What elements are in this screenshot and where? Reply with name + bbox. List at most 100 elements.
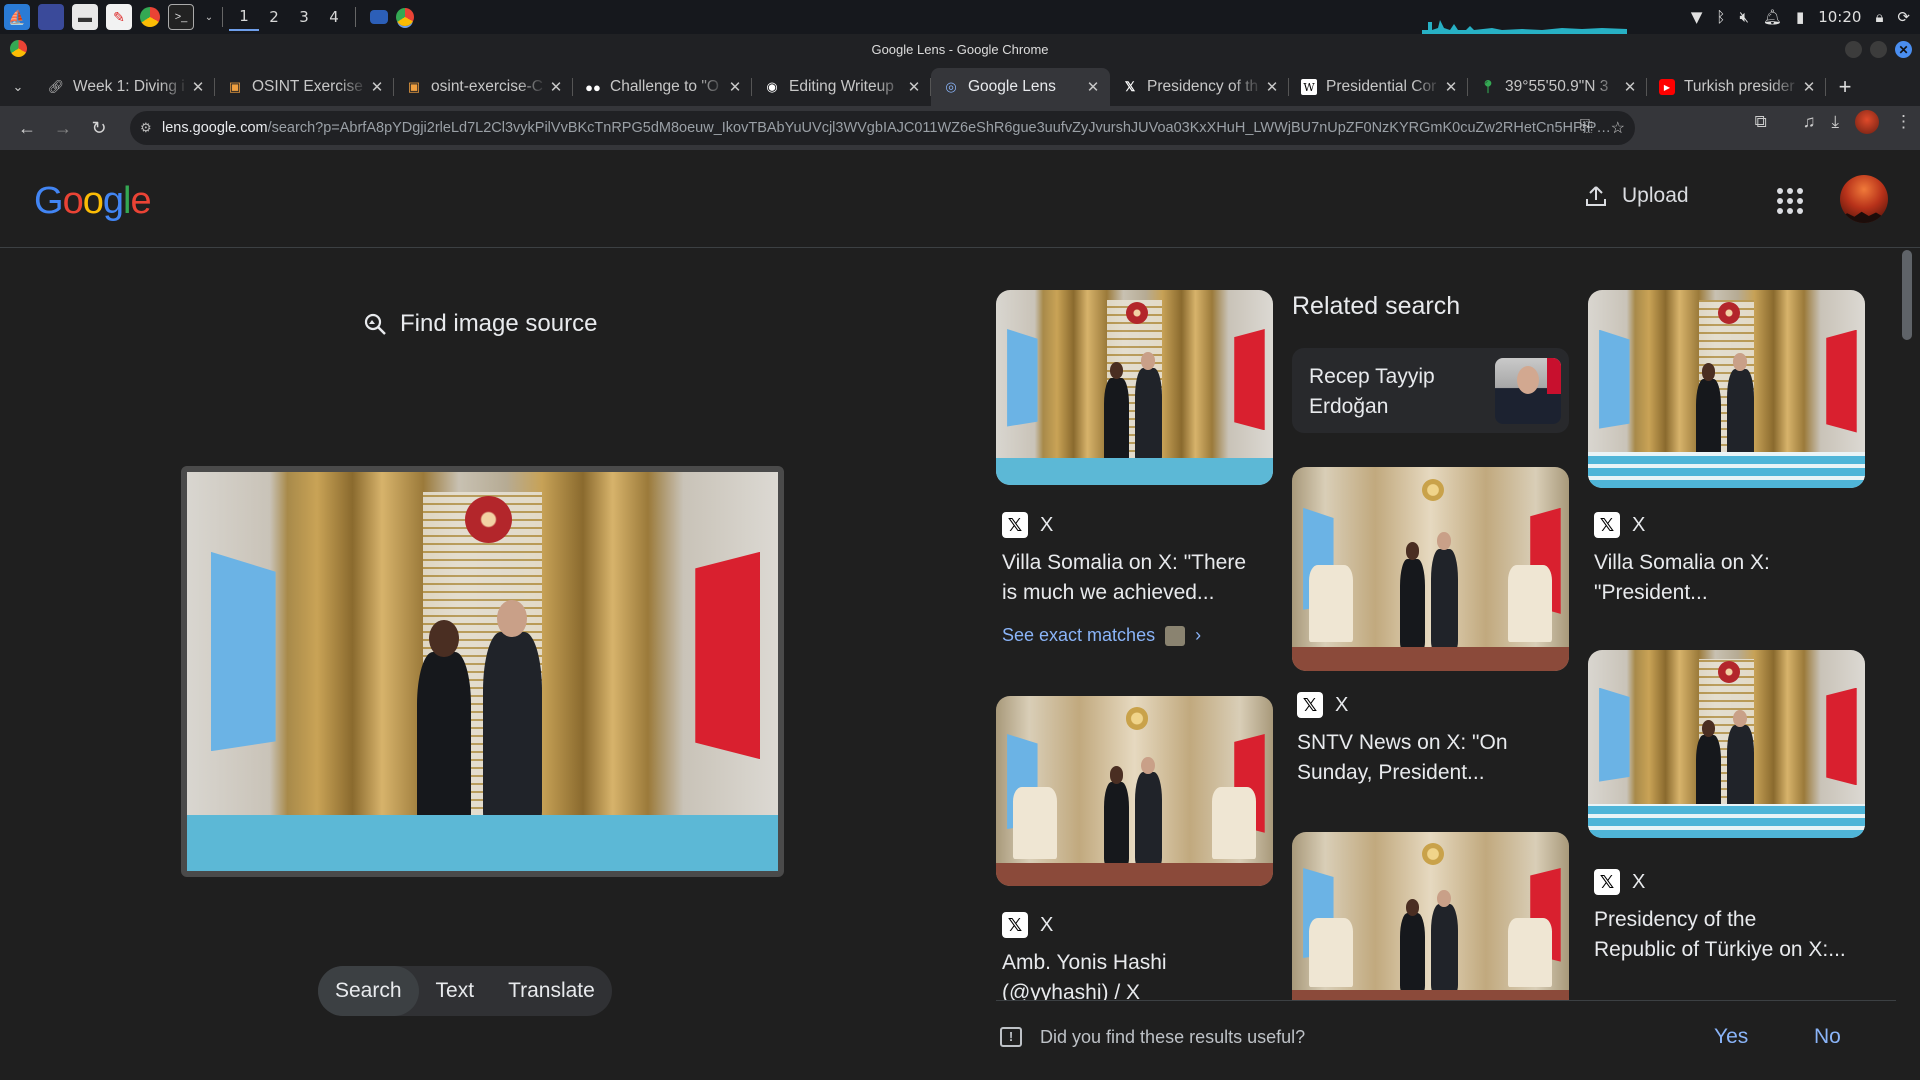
pdf-reader-icon[interactable]: ✎ bbox=[106, 4, 132, 30]
tab-search-dropdown[interactable]: ⌄ bbox=[0, 68, 36, 106]
close-icon[interactable]: ✕ bbox=[1263, 78, 1281, 96]
file-manager-icon[interactable]: ▬ bbox=[72, 4, 98, 30]
related-search-chip[interactable]: Recep Tayyip Erdoğan bbox=[1292, 348, 1569, 433]
reload-icon[interactable]: ↻ bbox=[81, 110, 117, 146]
close-icon[interactable]: ✕ bbox=[905, 78, 923, 96]
maximize-button[interactable] bbox=[1870, 41, 1887, 58]
power-icon[interactable]: ⟳ bbox=[1897, 8, 1910, 26]
query-image[interactable] bbox=[181, 466, 784, 877]
close-icon[interactable]: ✕ bbox=[1442, 78, 1460, 96]
tab-week1[interactable]: 🔗︎ Week 1: Diving i ✕ bbox=[36, 68, 215, 106]
find-image-source-button[interactable]: Find image source bbox=[362, 310, 597, 338]
chrome-menu-icon[interactable]: ⋮ bbox=[1895, 112, 1912, 132]
result-source[interactable]: 𝕏 X bbox=[1297, 692, 1348, 718]
result-source[interactable]: 𝕏 X bbox=[1002, 912, 1053, 938]
scrollbar[interactable] bbox=[1900, 248, 1914, 1080]
media-controls-icon[interactable]: ♫ bbox=[1803, 112, 1816, 132]
google-apps-icon[interactable] bbox=[1777, 188, 1803, 214]
close-icon[interactable]: ✕ bbox=[1621, 78, 1639, 96]
result-image[interactable] bbox=[1292, 467, 1569, 671]
chevron-right-icon: › bbox=[1195, 625, 1202, 645]
profile-icon[interactable] bbox=[1855, 110, 1879, 134]
chrome-launcher-icon[interactable] bbox=[140, 7, 160, 27]
scrollbar-thumb[interactable] bbox=[1902, 250, 1912, 340]
result-image[interactable] bbox=[1588, 290, 1865, 488]
back-arrow-icon[interactable]: ← bbox=[9, 110, 45, 146]
result-title[interactable]: Presidency of the Republic of Türkiye on… bbox=[1594, 905, 1884, 965]
close-icon[interactable]: ✕ bbox=[547, 78, 565, 96]
result-title[interactable]: Amb. Yonis Hashi (@yyhashi) / X bbox=[1002, 948, 1272, 1008]
source-name: X bbox=[1335, 693, 1349, 716]
tab-presidency[interactable]: 𝕏 Presidency of th ✕ bbox=[1110, 68, 1289, 106]
result-title[interactable]: Villa Somalia on X: "There is much we ac… bbox=[1002, 548, 1272, 608]
x-logo-icon: 𝕏 bbox=[1002, 912, 1028, 938]
related-entity-name: Recep Tayyip Erdoğan bbox=[1309, 362, 1479, 422]
terminal-icon[interactable]: >_ bbox=[168, 4, 194, 30]
extensions-icon[interactable]: ⧉ bbox=[1755, 112, 1767, 132]
tab-title: 39°55'50.9"N 3 bbox=[1505, 78, 1609, 95]
result-title-line: Amb. Yonis Hashi bbox=[1002, 951, 1167, 974]
close-icon[interactable]: ✕ bbox=[189, 78, 207, 96]
install-app-icon[interactable]: ⎘ bbox=[1580, 118, 1593, 138]
tab-editing-writeup[interactable]: ◉ Editing Writeup ✕ bbox=[752, 68, 931, 106]
tab-title: OSINT Exercise bbox=[252, 78, 363, 95]
bluetooth-icon[interactable]: ᛒ bbox=[1716, 8, 1725, 26]
tab-youtube[interactable]: ▶ Turkish presider ✕ bbox=[1647, 68, 1826, 106]
result-image[interactable] bbox=[1588, 650, 1865, 838]
close-icon[interactable]: ✕ bbox=[726, 78, 744, 96]
tab-translate[interactable]: Translate bbox=[491, 966, 612, 1016]
tab-strip: ⌄ 🔗︎ Week 1: Diving i ✕ ▣ OSINT Exercise… bbox=[0, 64, 1920, 106]
workspace-4[interactable]: 4 bbox=[319, 3, 349, 31]
feedback-no-button[interactable]: No bbox=[1814, 1025, 1841, 1049]
result-title[interactable]: SNTV News on X: "On Sunday, President... bbox=[1297, 728, 1567, 788]
tab-challenge[interactable]: ●● Challenge to "O ✕ bbox=[573, 68, 752, 106]
tab-osint-exercise-2[interactable]: ▣ osint-exercise-C ✕ bbox=[394, 68, 573, 106]
see-exact-matches-link[interactable]: See exact matches › bbox=[1002, 625, 1201, 646]
address-bar[interactable]: ⚙ lens.google.com /search?p=AbrfA8pYDgji… bbox=[130, 111, 1635, 145]
forward-arrow-icon[interactable]: → bbox=[45, 110, 81, 146]
site-info-icon[interactable]: ⚙ bbox=[140, 120, 162, 136]
workspace-2[interactable]: 2 bbox=[259, 3, 289, 31]
battery-icon[interactable]: ▮ bbox=[1796, 8, 1804, 26]
result-source[interactable]: 𝕏 X bbox=[1594, 512, 1645, 538]
result-image[interactable] bbox=[996, 696, 1273, 886]
result-image[interactable] bbox=[1292, 832, 1569, 1012]
upload-button[interactable]: Upload bbox=[1584, 184, 1689, 208]
workspace-1[interactable]: 1 bbox=[229, 3, 259, 31]
close-icon[interactable]: ✕ bbox=[368, 78, 386, 96]
workspace-3[interactable]: 3 bbox=[289, 3, 319, 31]
result-source[interactable]: 𝕏 X bbox=[1002, 512, 1053, 538]
lens-mode-tabs: Search Text Translate bbox=[318, 966, 612, 1016]
close-window-button[interactable]: ✕ bbox=[1895, 41, 1912, 58]
chevron-down-icon[interactable]: ⌄ bbox=[202, 4, 216, 30]
kde-launcher-icon[interactable]: ⛵ bbox=[4, 4, 30, 30]
tab-text[interactable]: Text bbox=[419, 966, 492, 1016]
tab-search[interactable]: Search bbox=[318, 966, 419, 1016]
desktop-icon[interactable] bbox=[38, 4, 64, 30]
new-tab-button[interactable]: + bbox=[1826, 68, 1864, 106]
window-icon[interactable] bbox=[370, 10, 388, 24]
result-source[interactable]: 𝕏 X bbox=[1594, 869, 1645, 895]
google-logo[interactable]: Google bbox=[34, 180, 152, 223]
download-icon[interactable]: ⤓ bbox=[1831, 112, 1839, 132]
chrome-task-icon[interactable] bbox=[396, 8, 414, 26]
tab-osint-exercise[interactable]: ▣ OSINT Exercise ✕ bbox=[215, 68, 394, 106]
clock[interactable]: 10:20 bbox=[1818, 8, 1861, 26]
result-image[interactable] bbox=[996, 290, 1273, 485]
wifi-icon[interactable]: ▼ bbox=[1691, 8, 1703, 26]
minimize-button[interactable] bbox=[1845, 41, 1862, 58]
feedback-yes-button[interactable]: Yes bbox=[1714, 1025, 1748, 1049]
close-icon[interactable]: ✕ bbox=[1800, 78, 1818, 96]
avatar[interactable] bbox=[1840, 175, 1888, 223]
bookmark-star-icon[interactable]: ☆ bbox=[1611, 118, 1625, 138]
mute-icon[interactable]: 🔇︎ bbox=[1739, 8, 1748, 26]
tab-google-lens[interactable]: ◎ Google Lens ✕ bbox=[931, 68, 1110, 106]
github-icon: ◉ bbox=[766, 79, 778, 94]
close-icon[interactable]: ✕ bbox=[1084, 78, 1102, 96]
tab-presidential-complex[interactable]: W Presidential Cor ✕ bbox=[1289, 68, 1468, 106]
lock-icon[interactable]: 🔒︎ bbox=[1875, 8, 1883, 26]
result-title[interactable]: Villa Somalia on X: "President... bbox=[1594, 548, 1864, 608]
tab-maps-coordinates[interactable]: 📍︎ 39°55'50.9"N 3 ✕ bbox=[1468, 68, 1647, 106]
bell-icon[interactable]: 🔔︎ bbox=[1763, 8, 1782, 26]
taskbar-separator bbox=[222, 7, 223, 27]
